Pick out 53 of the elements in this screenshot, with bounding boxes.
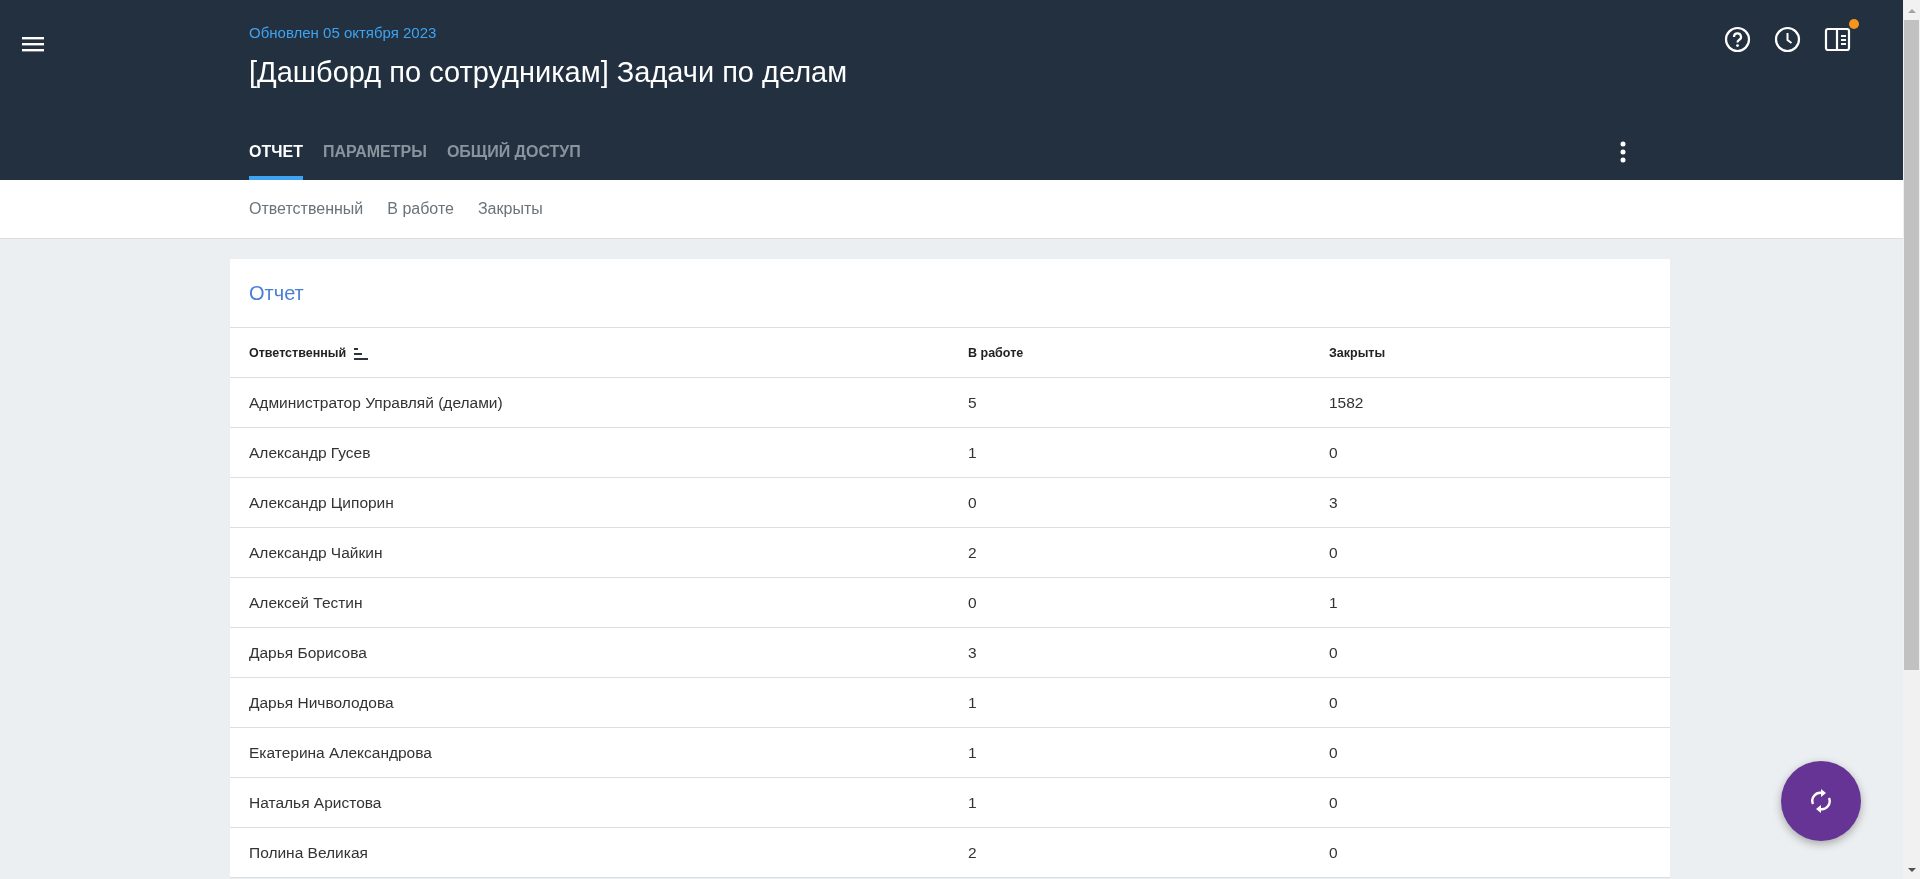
sort-icon[interactable] <box>354 347 369 360</box>
table-cell: Дарья Ничволодова <box>249 693 394 711</box>
side-panel-icon <box>1824 26 1851 53</box>
table-cell: 0 <box>1329 543 1338 561</box>
table-cell: 1 <box>968 693 977 711</box>
table-cell: Екатерина Александрова <box>249 743 432 761</box>
table-cell: 1582 <box>1329 393 1364 411</box>
table-cell: Наталья Аристова <box>249 793 382 811</box>
tab[interactable]: ПАРАМЕТРЫ <box>322 140 427 180</box>
table-cell: Александр Гусев <box>249 443 371 461</box>
section-link[interactable]: Ответственный <box>249 197 364 221</box>
scrollbar[interactable] <box>1903 0 1920 879</box>
tab[interactable]: ОБЩИЙ ДОСТУП <box>446 140 581 180</box>
table-cell: 1 <box>968 793 977 811</box>
table-cell: Полина Великая <box>249 843 368 861</box>
table-cell: Александр Ципорин <box>249 493 394 511</box>
table-cell: 3 <box>1329 493 1338 511</box>
table-cell: 0 <box>1329 643 1338 661</box>
table-cell: 0 <box>1329 443 1338 461</box>
table-cell: 0 <box>968 493 977 511</box>
table-cell: 1 <box>1329 593 1338 611</box>
scroll-up-icon <box>1906 6 1917 16</box>
table-cell: 5 <box>968 393 977 411</box>
refresh-icon <box>1808 787 1834 815</box>
table-cell: 0 <box>1329 843 1338 861</box>
table-cell: Администратор Управляй (делами) <box>249 393 503 411</box>
table-cell: 1 <box>968 443 977 461</box>
column-header[interactable]: Закрыты <box>1329 344 1386 363</box>
section-link[interactable]: Закрыты <box>477 197 543 221</box>
section-link[interactable]: В работе <box>387 197 454 221</box>
card-title: Отчет <box>230 259 1670 328</box>
column-header[interactable]: В работе <box>968 344 1024 363</box>
more-icon <box>1620 141 1626 164</box>
column-header[interactable]: Ответственный <box>249 344 369 363</box>
table-cell: Александр Чайкин <box>249 543 383 561</box>
clock-icon <box>1774 26 1801 53</box>
table-cell: 1 <box>968 743 977 761</box>
table-cell: 0 <box>1329 793 1338 811</box>
table-cell: 3 <box>968 643 977 661</box>
table-cell: 0 <box>1329 693 1338 711</box>
table-cell: Дарья Борисова <box>249 643 367 661</box>
updated-date: Обновлен 05 октября 2023 <box>249 23 438 43</box>
refresh-button[interactable] <box>1781 761 1861 841</box>
page-title: [Дашборд по сотрудникам] Задачи по делам <box>249 54 849 90</box>
table-cell: 2 <box>968 543 977 561</box>
table-cell: 0 <box>968 593 977 611</box>
more-button[interactable] <box>1620 140 1626 162</box>
table-cell: 0 <box>1329 743 1338 761</box>
scroll-down-icon <box>1906 865 1917 875</box>
help-icon <box>1724 26 1751 53</box>
table-cell: Алексей Тестин <box>249 593 363 611</box>
scrollbar-thumb[interactable] <box>1904 20 1919 670</box>
table-cell: 2 <box>968 843 977 861</box>
